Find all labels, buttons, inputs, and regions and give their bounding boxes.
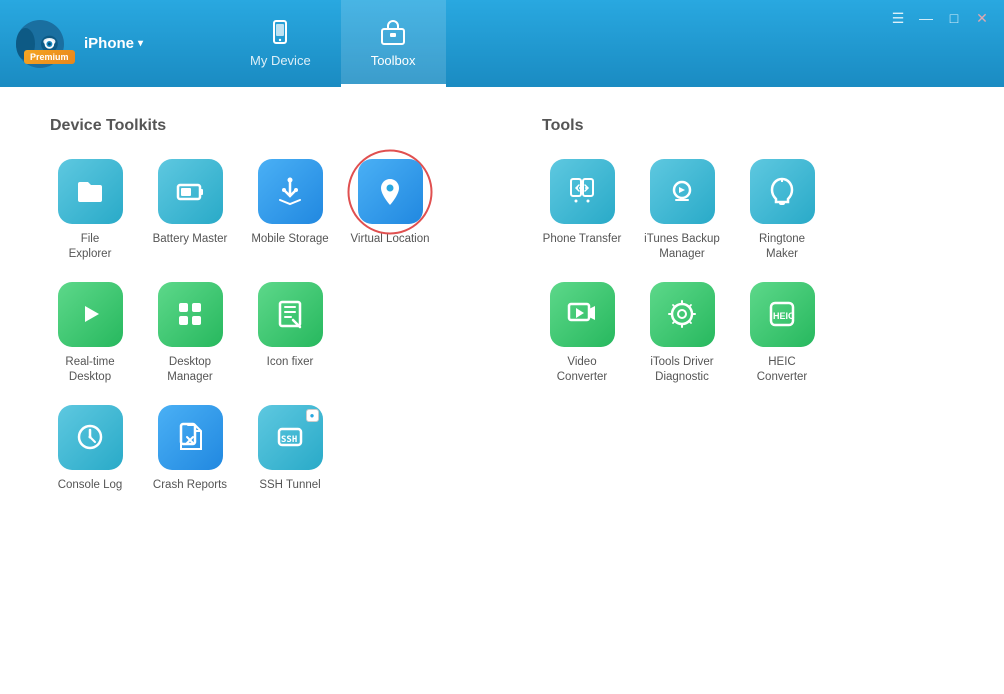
svg-text:SSH: SSH — [281, 435, 297, 445]
device-toolkits-title: Device Toolkits — [50, 117, 462, 135]
device-name-label[interactable]: iPhone ▾ — [84, 35, 143, 52]
svg-text:HEIC: HEIC — [773, 311, 795, 321]
toolkits-row-3: Console Log Crash Reports — [50, 405, 462, 493]
tools-title: Tools — [542, 117, 954, 135]
tool-itools-driver[interactable]: iTools DriverDiagnostic — [642, 282, 722, 385]
logo-area: Premium iPhone ▾ — [0, 0, 210, 87]
file-explorer-wrapper — [58, 159, 123, 224]
crash-reports-icon — [158, 405, 223, 470]
ssh-tunnel-label: SSH Tunnel — [259, 478, 320, 493]
my-device-tab-label: My Device — [250, 53, 311, 68]
tool-crash-reports[interactable]: Crash Reports — [150, 405, 230, 493]
icon-fixer-icon — [258, 282, 323, 347]
desktop-manager-icon — [158, 282, 223, 347]
video-converter-icon — [550, 282, 615, 347]
battery-master-icon — [158, 159, 223, 224]
tab-toolbox[interactable]: Toolbox — [341, 0, 446, 87]
tool-mobile-storage[interactable]: Mobile Storage — [250, 159, 330, 262]
premium-badge: Premium — [24, 50, 75, 64]
desktop-manager-label: DesktopManager — [167, 355, 212, 385]
my-device-icon — [266, 19, 294, 47]
tool-phone-transfer[interactable]: Phone Transfer — [542, 159, 622, 262]
toolbox-tab-label: Toolbox — [371, 53, 416, 68]
crash-reports-label: Crash Reports — [153, 478, 227, 493]
video-converter-label: VideoConverter — [557, 355, 608, 385]
content-columns: Device Toolkits FileExplorer — [50, 117, 954, 513]
tool-video-converter[interactable]: VideoConverter — [542, 282, 622, 385]
virtual-location-icon — [358, 159, 423, 224]
itunes-backup-icon — [650, 159, 715, 224]
realtime-desktop-icon — [58, 282, 123, 347]
tool-ringtone-maker[interactable]: Ringtone Maker — [742, 159, 822, 262]
app-header: Premium iPhone ▾ My Device — [0, 0, 1004, 87]
ringtone-maker-icon — [750, 159, 815, 224]
nav-tabs: My Device Toolbox — [220, 0, 446, 87]
tools-row-2: VideoConverter iTools DriverDiagnostic — [542, 282, 954, 385]
tools-row-1: Phone Transfer iTunes BackupManager — [542, 159, 954, 262]
mobile-storage-wrapper — [258, 159, 323, 224]
itools-driver-icon — [650, 282, 715, 347]
file-explorer-icon — [58, 159, 123, 224]
tools-section: Tools — [542, 117, 954, 513]
menu-button[interactable]: ☰ — [888, 8, 908, 28]
virtual-location-label: Virtual Location — [350, 232, 429, 247]
tool-realtime-desktop[interactable]: Real-timeDesktop — [50, 282, 130, 385]
toolbox-icon — [379, 19, 407, 47]
mobile-storage-icon — [258, 159, 323, 224]
tool-icon-fixer[interactable]: Icon fixer — [250, 282, 330, 385]
realtime-desktop-label: Real-timeDesktop — [65, 355, 114, 385]
phone-transfer-label: Phone Transfer — [543, 232, 622, 247]
battery-master-wrapper — [158, 159, 223, 224]
tool-itunes-backup[interactable]: iTunes BackupManager — [642, 159, 722, 262]
console-log-icon — [58, 405, 123, 470]
phone-transfer-icon — [550, 159, 615, 224]
itools-driver-label: iTools DriverDiagnostic — [650, 355, 713, 385]
tool-battery-master[interactable]: Battery Master — [150, 159, 230, 262]
minimize-button[interactable]: — — [916, 8, 936, 28]
ssh-tunnel-icon: SSH ● — [258, 405, 323, 470]
file-explorer-label: FileExplorer — [69, 232, 112, 262]
battery-master-label: Battery Master — [153, 232, 228, 247]
toolkits-row-1: FileExplorer Battery Master — [50, 159, 462, 262]
tool-desktop-manager[interactable]: DesktopManager — [150, 282, 230, 385]
maximize-button[interactable]: □ — [944, 8, 964, 28]
virtual-location-wrapper — [358, 159, 423, 224]
itunes-backup-label: iTunes BackupManager — [644, 232, 720, 262]
console-log-label: Console Log — [58, 478, 123, 493]
tool-file-explorer[interactable]: FileExplorer — [50, 159, 130, 262]
ringtone-maker-label: Ringtone Maker — [742, 232, 822, 262]
main-content: Device Toolkits FileExplorer — [0, 87, 1004, 694]
close-button[interactable]: ✕ — [972, 8, 992, 28]
heic-converter-label: HEIC Converter — [742, 355, 822, 385]
tool-ssh-tunnel[interactable]: SSH ● SSH Tunnel — [250, 405, 330, 493]
icon-fixer-label: Icon fixer — [267, 355, 314, 370]
tool-heic-converter[interactable]: HEIC HEIC Converter — [742, 282, 822, 385]
toolkits-row-2: Real-timeDesktop DesktopManager — [50, 282, 462, 385]
device-caret: ▾ — [138, 38, 143, 49]
mobile-storage-label: Mobile Storage — [251, 232, 328, 247]
tool-console-log[interactable]: Console Log — [50, 405, 130, 493]
heic-converter-icon: HEIC — [750, 282, 815, 347]
tab-my-device[interactable]: My Device — [220, 0, 341, 87]
ssh-badge: ● — [306, 409, 319, 422]
tool-virtual-location[interactable]: Virtual Location — [350, 159, 430, 262]
device-toolkits-section: Device Toolkits FileExplorer — [50, 117, 462, 513]
